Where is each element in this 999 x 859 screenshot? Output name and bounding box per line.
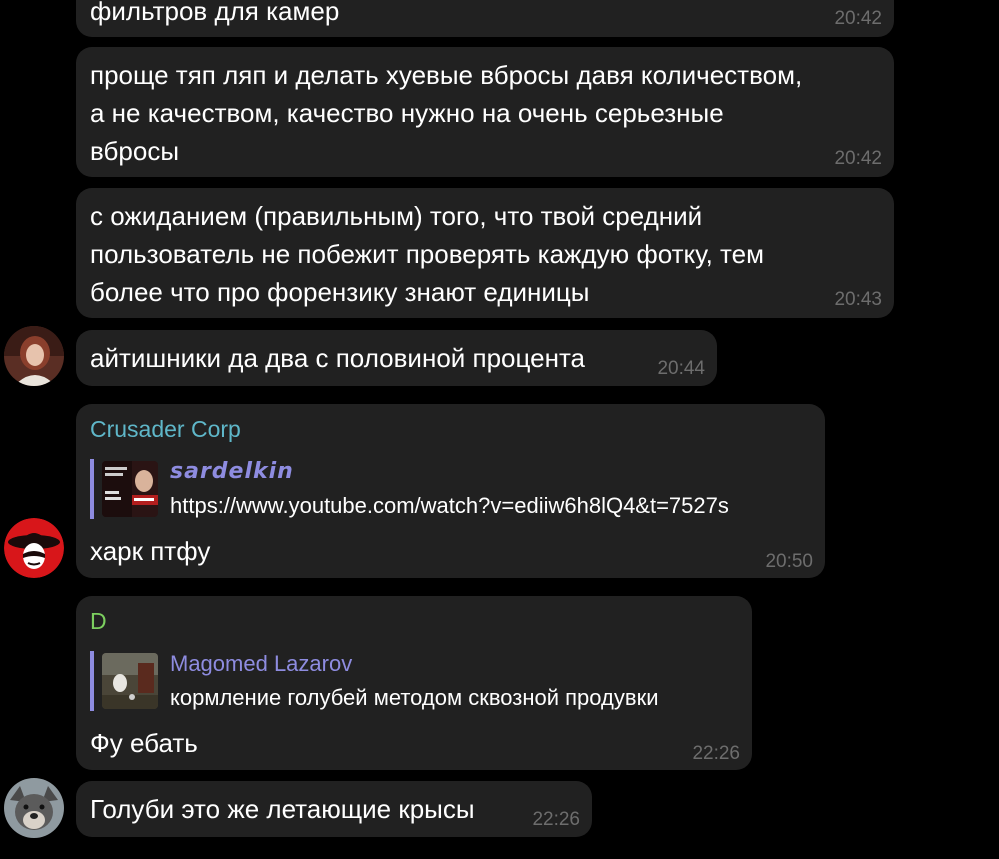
message-time: 22:26 — [692, 743, 740, 764]
reply-text: кормление голубей методом сквозной проду… — [170, 685, 659, 710]
message-text: фильтров для камер — [90, 0, 340, 26]
message-time: 20:42 — [834, 148, 882, 169]
reply-author: Magomed Lazarov — [170, 651, 353, 676]
message-text: айтишники да два с половиной процента — [90, 343, 586, 373]
message-text: Голуби это же летающие крысы — [90, 794, 475, 824]
message-bubble[interactable]: айтишники да два с половиной процента 20… — [76, 330, 717, 386]
message-time: 20:44 — [657, 358, 705, 379]
sender-name[interactable]: D — [90, 608, 107, 635]
video-thumbnail-icon — [102, 461, 158, 517]
message-text: харк птфу — [90, 536, 211, 566]
message-time: 22:26 — [532, 809, 580, 830]
photo-thumbnail-icon — [102, 653, 158, 709]
message-bubble[interactable]: с ожиданием (правильным) того, что твой … — [76, 188, 894, 318]
dog-avatar-icon — [4, 778, 64, 838]
message-text: проще тяп ляп и делать хуевые вбросы дав… — [90, 60, 803, 166]
reply-thumbnail — [102, 653, 158, 709]
message-time: 20:50 — [765, 551, 813, 572]
message-bubble[interactable]: фильтров для камер 20:42 — [76, 0, 894, 37]
message-time: 20:43 — [834, 289, 882, 310]
message-bubble[interactable]: проще тяп ляп и делать хуевые вбросы дав… — [76, 47, 894, 177]
reply-link-text[interactable]: https://www.youtube.com/watch?v=ediiw6h8… — [170, 493, 729, 519]
user-avatar[interactable] — [4, 326, 64, 386]
reply-thumbnail — [102, 461, 158, 517]
user-avatar[interactable] — [4, 778, 64, 838]
user-avatar[interactable] — [4, 518, 64, 578]
message-text: с ожиданием (правильным) того, что твой … — [90, 201, 764, 307]
message-text: Фу ебать — [90, 728, 198, 758]
avatar-photo-icon — [4, 326, 64, 386]
message-bubble[interactable]: Голуби это же летающие крысы 22:26 — [76, 781, 592, 837]
reply-preview[interactable]: sardelkin https://www.youtube.com/watch?… — [90, 459, 822, 519]
message-bubble[interactable]: Crusader Corp sardelkin https://www.yout… — [76, 404, 825, 578]
message-time: 20:42 — [834, 8, 882, 29]
reply-author: sardelkin — [170, 459, 294, 484]
red-hat-avatar-icon — [4, 518, 64, 578]
sender-name[interactable]: Crusader Corp — [90, 416, 241, 443]
message-bubble[interactable]: D Magomed Lazarov кормление голубей мето… — [76, 596, 752, 770]
reply-preview[interactable]: Magomed Lazarov кормление голубей методо… — [90, 651, 752, 711]
